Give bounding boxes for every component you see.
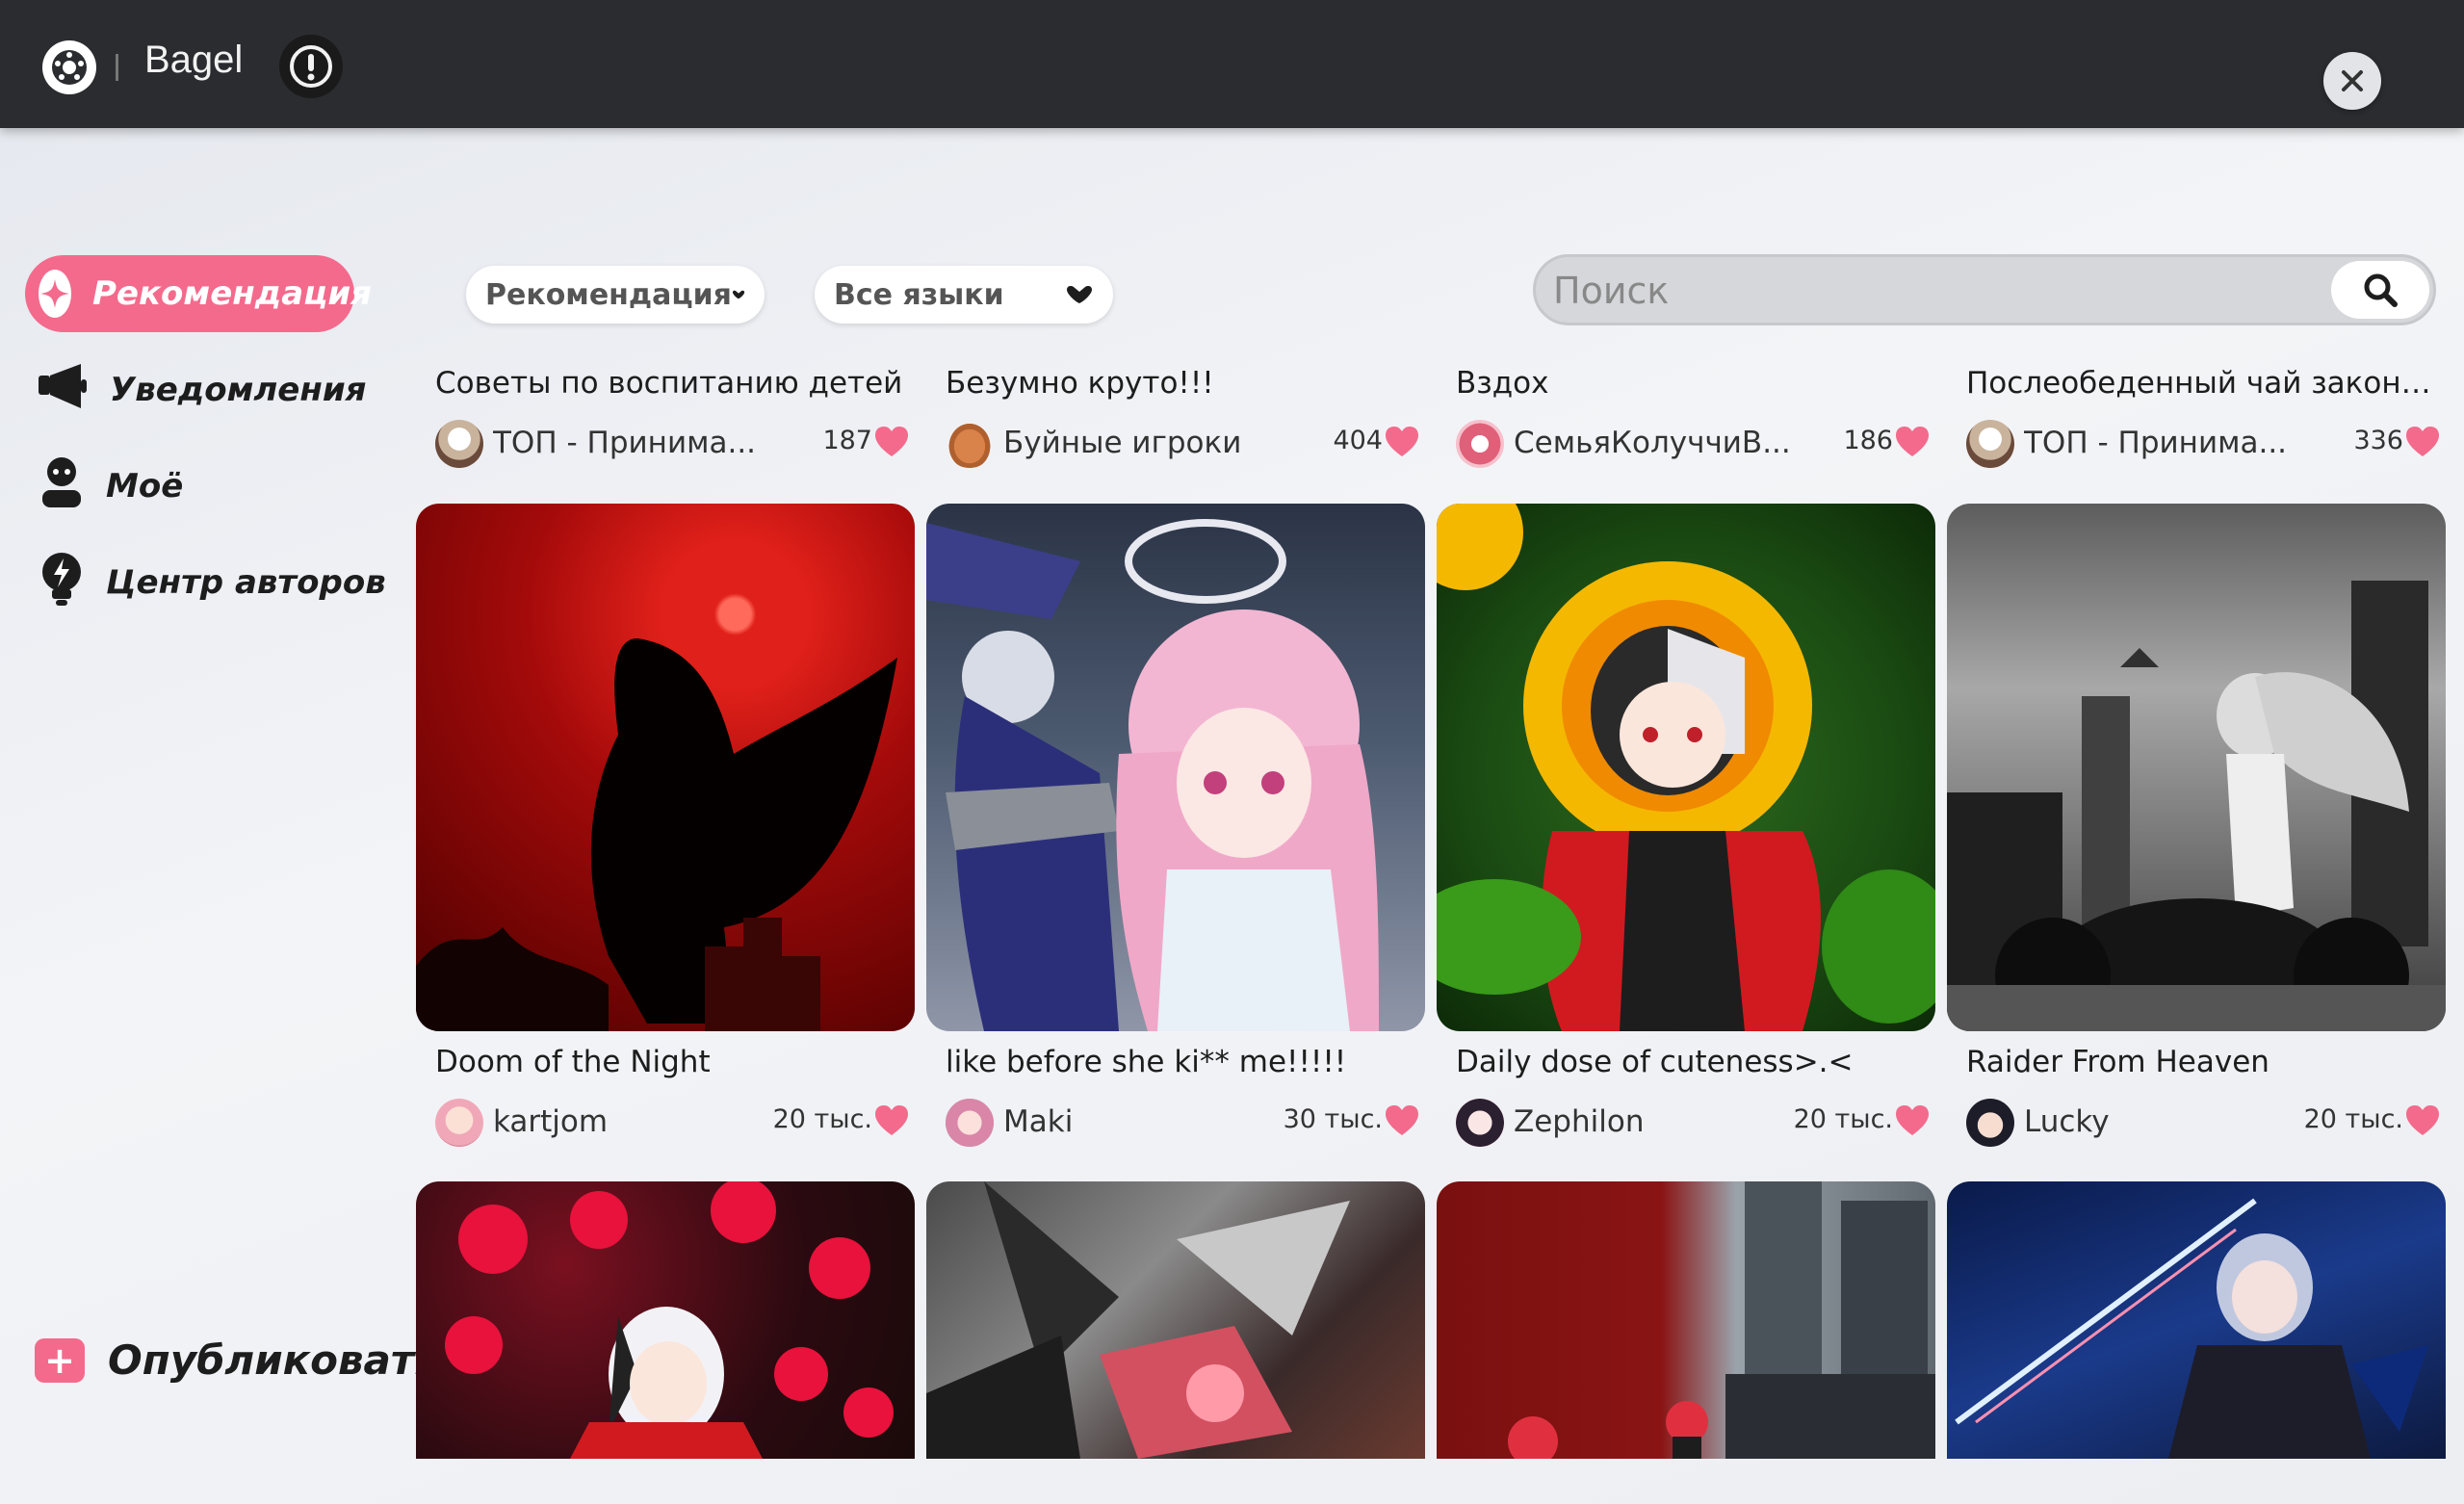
chevron-down-icon [732, 290, 745, 299]
author-name[interactable]: kartjom [493, 1104, 782, 1139]
author-name[interactable]: Lucky [2024, 1104, 2313, 1139]
title-bar: Bagel [0, 0, 2464, 128]
author-name[interactable]: Maki [1003, 1104, 1292, 1139]
lightbulb-icon [39, 551, 85, 615]
card-title: like before she ki** me!!!!! [946, 1045, 1347, 1079]
megaphone-icon [37, 362, 89, 419]
card-title: Послеобеденный чай закончи... [1966, 366, 2448, 401]
card-title: Вздох [1456, 366, 1549, 401]
app-title: Bagel [144, 39, 244, 81]
heart-icon[interactable] [874, 426, 909, 458]
search-icon [2364, 273, 2398, 307]
card-image[interactable] [1947, 504, 2446, 1031]
sidebar-item-label: Центр авторов [106, 563, 386, 602]
alert-icon[interactable] [279, 35, 343, 98]
sidebar: Рекомендация Уведомления Моё Центр автор… [0, 128, 440, 1504]
close-icon [2342, 70, 2363, 91]
avatar[interactable] [1966, 1099, 2014, 1147]
publish-label: Опубликовать [108, 1336, 440, 1384]
sidebar-item-recommendation[interactable]: Рекомендация [25, 255, 372, 332]
chevron-down-icon [1067, 286, 1092, 303]
heart-icon[interactable] [1895, 1104, 1930, 1137]
card-image[interactable] [416, 1181, 915, 1459]
like-count: 20 тыс. [2303, 1104, 2403, 1134]
title-separator [116, 54, 118, 81]
search-button[interactable] [2331, 261, 2429, 319]
like-count: 187 [822, 426, 872, 455]
like-count: 404 [1333, 426, 1383, 455]
card-title: Daily dose of cuteness>.< [1456, 1045, 1854, 1079]
sort-dropdown[interactable]: Рекомендация [466, 266, 765, 324]
plus-icon: + [35, 1337, 85, 1383]
language-dropdown[interactable]: Все языки [815, 266, 1113, 324]
avatar[interactable] [1456, 1099, 1504, 1147]
heart-icon[interactable] [2405, 1104, 2440, 1137]
card-title: Raider From Heaven [1966, 1045, 2269, 1079]
card-title: Безумно круто!!! [946, 366, 1214, 401]
card-image[interactable] [926, 1181, 1425, 1459]
language-value: Все языки [834, 277, 1004, 312]
card-title: Советы по воспитанию детей [435, 366, 903, 401]
sidebar-item-creator-center[interactable]: Центр авторов [39, 544, 386, 621]
card-image[interactable] [1947, 1181, 2446, 1459]
like-count: 30 тыс. [1283, 1104, 1383, 1134]
avatar[interactable] [946, 420, 994, 468]
bagel-logo-icon [42, 40, 96, 94]
heart-icon[interactable] [2405, 426, 2440, 458]
search-bar [1533, 254, 2436, 325]
user-icon [39, 455, 85, 518]
publish-button[interactable]: + Опубликовать [35, 1336, 440, 1384]
card-image[interactable] [1437, 1181, 1935, 1459]
like-count: 20 тыс. [772, 1104, 872, 1134]
like-count: 336 [2353, 426, 2403, 455]
sidebar-item-label: Уведомления [110, 371, 367, 409]
like-count: 20 тыс. [1793, 1104, 1893, 1134]
card-image[interactable] [416, 504, 915, 1031]
sidebar-item-label: Рекомендация [92, 274, 373, 313]
heart-icon[interactable] [1385, 426, 1419, 458]
like-count: 186 [1843, 426, 1893, 455]
author-name[interactable]: ТОП - Принима... [493, 426, 782, 460]
card-image[interactable] [926, 504, 1425, 1031]
sparkle-icon [39, 270, 71, 318]
avatar[interactable] [435, 420, 483, 468]
avatar[interactable] [435, 1099, 483, 1147]
avatar[interactable] [1966, 420, 2014, 468]
heart-icon[interactable] [1895, 426, 1930, 458]
close-button[interactable] [2323, 52, 2381, 110]
avatar[interactable] [946, 1099, 994, 1147]
card-title: Doom of the Night [435, 1045, 711, 1079]
author-name[interactable]: ТОП - Принима... [2024, 426, 2313, 460]
sort-value: Рекомендация [485, 277, 732, 312]
sidebar-item-notifications[interactable]: Уведомления [37, 351, 367, 428]
author-name[interactable]: СемьяКолуччиВ... [1514, 426, 1803, 460]
sidebar-item-label: Моё [106, 467, 184, 506]
sidebar-item-mine[interactable]: Моё [39, 448, 183, 525]
card-image[interactable] [1437, 504, 1935, 1031]
avatar[interactable] [1456, 420, 1504, 468]
search-input[interactable] [1553, 267, 2285, 315]
author-name[interactable]: Zephilon [1514, 1104, 1803, 1139]
heart-icon[interactable] [874, 1104, 909, 1137]
author-name[interactable]: Буйные игроки [1003, 426, 1292, 460]
heart-icon[interactable] [1385, 1104, 1419, 1137]
